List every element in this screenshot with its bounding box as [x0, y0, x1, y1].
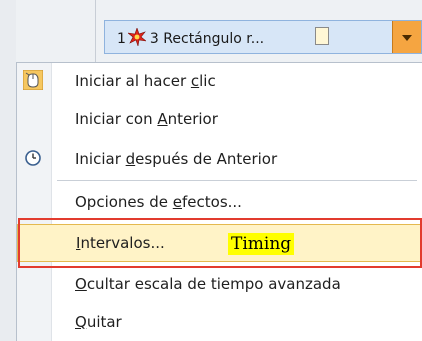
menu-separator [57, 180, 417, 181]
menu-item-remove[interactable]: Quitar [17, 306, 422, 338]
annotation-highlight-frame [18, 218, 422, 268]
menu-item-start-after-previous[interactable]: Iniciar después de Anterior [17, 143, 422, 175]
mouse-click-icon [22, 69, 44, 91]
context-menu: Iniciar al hacer clic Iniciar con Anteri… [16, 62, 422, 341]
animation-item-label: 3 Rectángulo r... [149, 31, 265, 47]
menu-item-label: Ocultar escala de tiempo avanzada [75, 275, 341, 293]
menu-item-label: Iniciar al hacer clic [75, 72, 216, 90]
column-divider [95, 0, 96, 62]
starburst-icon [126, 27, 147, 47]
menu-item-start-on-click[interactable]: Iniciar al hacer clic [17, 65, 422, 97]
menu-item-hide-advanced-timeline[interactable]: Ocultar escala de tiempo avanzada [17, 268, 422, 300]
left-scroll-edge [0, 0, 17, 341]
animation-order: 1 [117, 31, 126, 47]
timeline-bar [315, 27, 329, 45]
clock-icon [23, 148, 43, 168]
menu-item-start-with-previous[interactable]: Iniciar con Anterior [17, 103, 422, 135]
annotation-label: Timing [228, 233, 295, 255]
menu-item-label: Quitar [75, 313, 122, 331]
dropdown-arrow-icon[interactable] [392, 21, 421, 53]
animation-list-item[interactable]: 1 3 Rectángulo r... [104, 20, 422, 54]
menu-item-label: Opciones de efectos... [75, 193, 242, 211]
animation-item-text: 1 3 Rectángulo r... [117, 27, 265, 47]
menu-item-label: Iniciar con Anterior [75, 110, 218, 128]
menu-item-effect-options[interactable]: Opciones de efectos... [17, 186, 422, 218]
menu-item-label: Iniciar después de Anterior [75, 150, 278, 168]
